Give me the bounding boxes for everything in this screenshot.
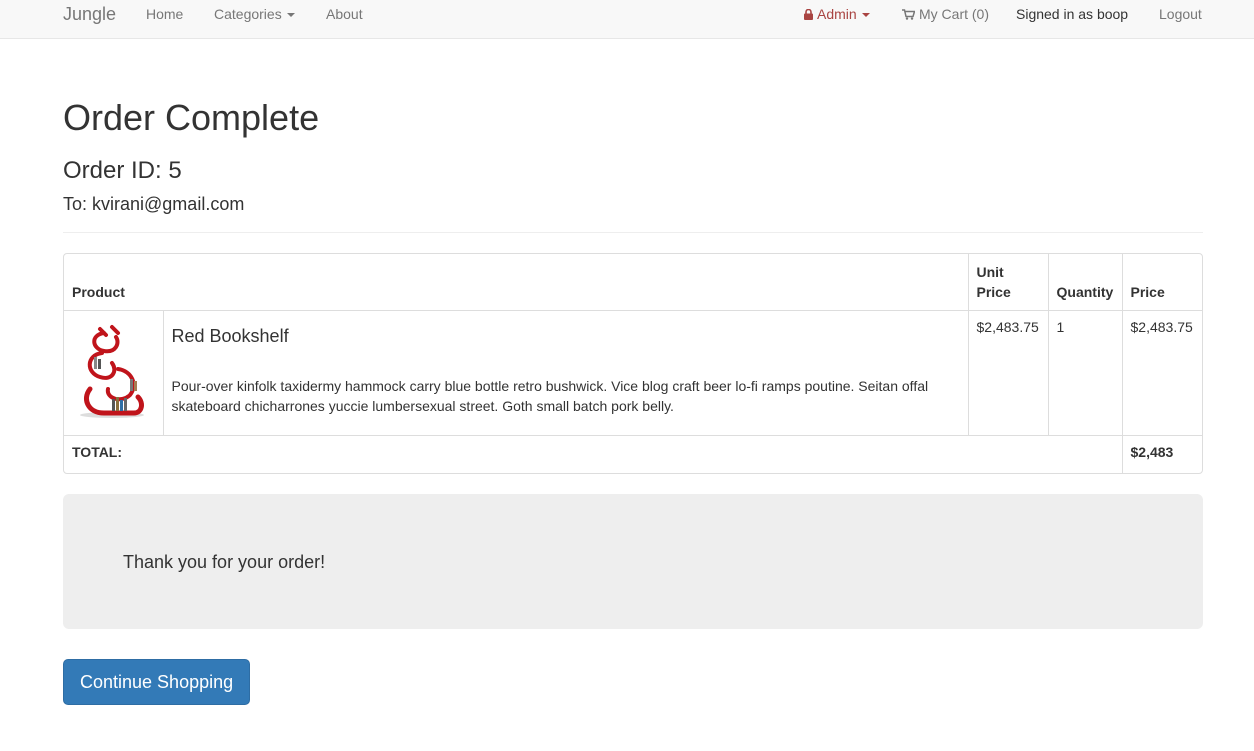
red-bookshelf-image [80,325,144,418]
order-table: Product Unit Price Quantity Price Red Bo… [63,253,1203,474]
total-label: TOTAL: [64,435,1123,473]
nav-logout[interactable]: Logout [1159,0,1202,28]
nav-categories-label: Categories [214,6,282,22]
price-cell: $2,483.75 [1121,310,1202,436]
header-unit-price: Unit Price [967,254,1049,311]
caret-down-icon [861,13,870,18]
nav-home[interactable]: Home [146,0,183,28]
thank-you-message: Thank you for your order! [123,552,326,572]
total-value: $2,483 [1121,435,1202,473]
continue-shopping-button[interactable]: Continue Shopping [63,659,251,705]
signed-in-text: Signed in as boop [1016,6,1129,22]
nav-categories-dropdown[interactable]: Categories [214,0,295,28]
brand-link[interactable]: Jungle [63,0,116,28]
caret-down-icon [286,13,295,18]
nav-cart-label: My Cart (0) [919,6,989,22]
unit-price-cell: $2,483.75 [967,310,1049,436]
total-row: TOTAL: $2,483 [64,435,1202,473]
product-name: Red Bookshelf [171,326,289,346]
product-description: Pour-over kinfolk taxidermy hammock carr… [171,378,929,414]
shopping-cart-icon [902,9,915,20]
lock-icon [804,9,813,20]
nav-about[interactable]: About [326,0,363,28]
table-row: Red Bookshelf Pour-over kinfolk taxiderm… [64,310,1202,436]
order-recipient: To: kvirani@gmail.com [63,194,245,214]
top-navbar: Jungle Home Categories About Admin My Ca… [0,0,1254,39]
divider [63,232,1203,233]
page-title: Order Complete [63,97,320,138]
nav-admin-dropdown[interactable]: Admin [804,0,870,28]
product-image-cell [64,310,164,436]
order-id: Order ID: 5 [63,157,182,184]
nav-cart[interactable]: My Cart (0) [902,0,989,28]
thank-you-panel: Thank you for your order! [63,494,1203,629]
header-price: Price [1121,254,1202,311]
header-product: Product [64,254,969,311]
header-quantity: Quantity [1047,254,1123,311]
table-header-row: Product Unit Price Quantity Price [64,254,1202,311]
quantity-cell: 1 [1047,310,1123,436]
nav-admin-label: Admin [817,6,857,22]
product-details-cell: Red Bookshelf Pour-over kinfolk taxiderm… [162,310,969,436]
